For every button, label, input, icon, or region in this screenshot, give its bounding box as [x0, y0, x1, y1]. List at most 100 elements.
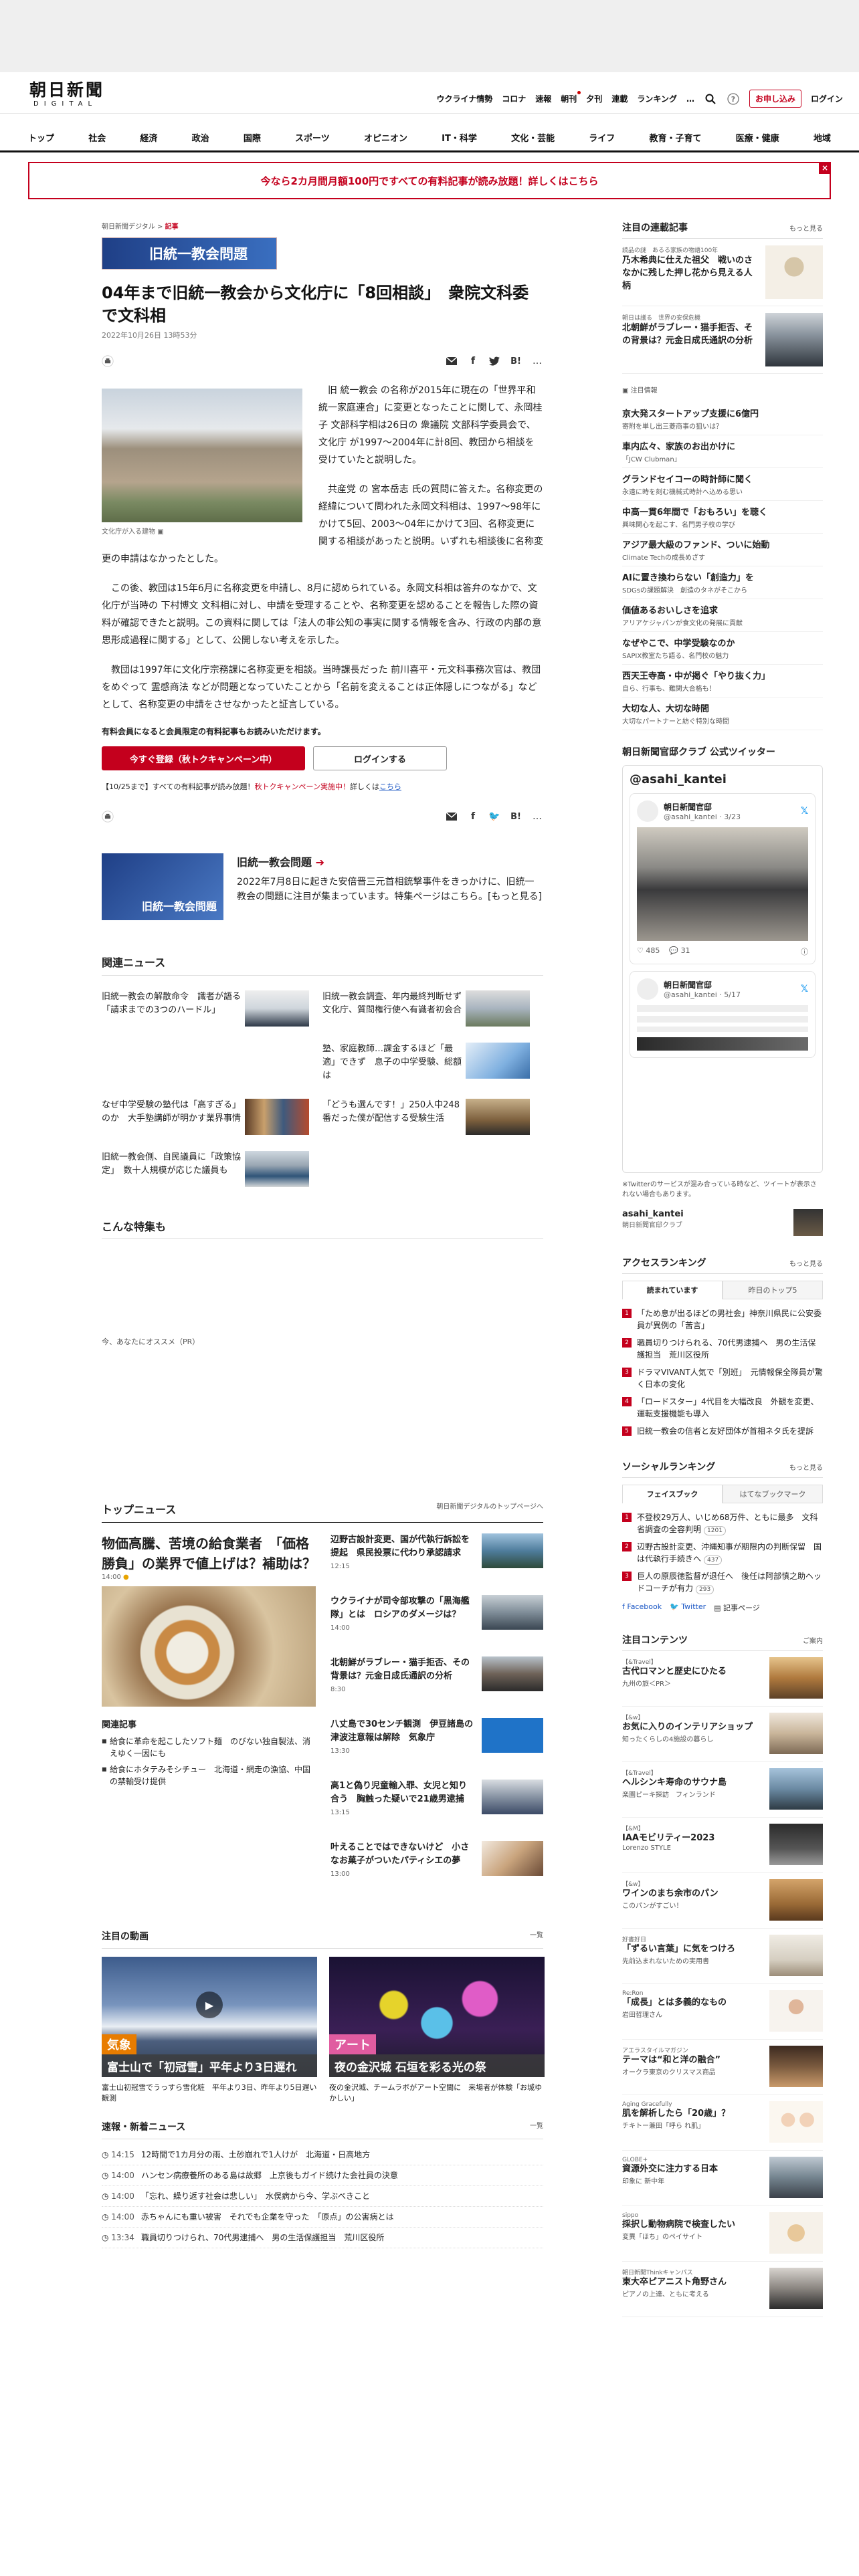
- serial-item[interactable]: 朝日は議る 世界の安保危機 北朝鮮がラブレー・猫手拒否、その背景は？元金日成氏通訳…: [622, 306, 823, 374]
- attention-item[interactable]: Aging Gracefully 肌を解析したら「20歳」？ チキトー兼田「呼ら れ…: [622, 2095, 823, 2151]
- related-news-item[interactable]: 旧統一教会側、自民議員に「政策協定」 数十人規模が応じた議員も: [102, 1146, 322, 1198]
- tweet[interactable]: 朝日新聞官邸 @asahi_kantei · 3/23 𝕏 ♡ 485 💬 31 ⓘ: [630, 793, 816, 964]
- mail-icon[interactable]: [446, 355, 458, 367]
- video-item[interactable]: ▶ 気象 富士山で「初冠雪」平年より3日遅れ 富士山初冠雪でうっすら雪化粧 平年…: [102, 1957, 317, 2104]
- twitter-icon[interactable]: [488, 355, 500, 367]
- util-link-evening[interactable]: 夕刊: [586, 93, 602, 104]
- campaign-banner[interactable]: 今なら2カ月間月額100円ですべての有料記事が読み放題！詳しくはこちら ×: [28, 162, 831, 199]
- related-item[interactable]: 給食に革命を起こしたソフト麺 のびない独自製法、消えゆく一因にも: [102, 1735, 316, 1759]
- top-news-item[interactable]: 辺野古設計変更、国が代執行訴訟を提起 県民投票に代わり承認請求 12:15: [330, 1533, 543, 1582]
- util-link-breaking[interactable]: 速報: [535, 93, 551, 104]
- ad-item[interactable]: 大切な人、大切な時間 大切なパートナーと紡ぐ特別な時間: [622, 697, 823, 730]
- ad-item[interactable]: なぜやこで、中学受験なのか SAPIX教室たち語る、名門校の魅力: [622, 632, 823, 665]
- ranking-item[interactable]: 4 「ロードスター」4代目を大幅改良 外観を変更、運転支援機能も導入: [622, 1393, 823, 1422]
- video-more-link[interactable]: 一覧: [530, 1929, 543, 1943]
- hatena-bookmark-icon[interactable]: B!: [510, 811, 522, 823]
- attention-item[interactable]: 【&w】 お気に入りのインテリアショップ 知ったくらしの4施設の暮らし: [622, 1707, 823, 1762]
- ad-item[interactable]: アジア最大級のファンド、ついに始動 Climate Techの成長めざす: [622, 534, 823, 566]
- topic-badge[interactable]: 旧統一教会問題: [102, 237, 277, 270]
- ad-item[interactable]: グランドセイコーの時計師に聞く 永遠に時を刻む機械式時計へ込める思い: [622, 468, 823, 501]
- nav-region[interactable]: 地域: [814, 127, 831, 148]
- top-news-item[interactable]: ウクライナが司令部攻撃の「黒海艦隊」とは ロシアのダメージは？ 14:00: [330, 1595, 543, 1643]
- tab-yesterday-top5[interactable]: 昨日のトップ5: [723, 1281, 823, 1299]
- video-item[interactable]: アート 夜の金沢城 石垣を彩る光の祭 夜の金沢城、チームラボがアート空間に 来場…: [329, 1957, 545, 2104]
- related-news-item[interactable]: 「どうも選んです！」250人中248番だった僕が配信する受験生活: [322, 1093, 543, 1146]
- util-link-ranking[interactable]: ランキング: [637, 93, 677, 104]
- search-icon[interactable]: [704, 92, 717, 106]
- nav-education[interactable]: 教育・子育て: [649, 127, 701, 148]
- more-button[interactable]: …: [686, 94, 694, 104]
- latest-more-link[interactable]: 一覧: [530, 2120, 543, 2133]
- ad-item[interactable]: 京大発スタートアップ支援に6億円 寄附を単し出三菱商事の狙いは？: [622, 403, 823, 435]
- print-icon[interactable]: [102, 811, 114, 823]
- attention-item[interactable]: Re:Ron 「成長」とは多義的なもの 岩田哲理さん: [622, 1984, 823, 2040]
- top-news-item[interactable]: 八丈島で30センチ観測 伊豆諸島の津波注意報は解除 気象庁 13:30: [330, 1718, 543, 1766]
- attention-item[interactable]: GLOBE+ 資源外交に注力する日本 印象に 新中年: [622, 2151, 823, 2206]
- ad-item[interactable]: 西天王寺高・中が掲ぐ「やり抜く力」 自ら、行事も、難関大合格も！: [622, 665, 823, 697]
- twitter-icon[interactable]: 🐦: [488, 811, 500, 823]
- ad-item[interactable]: 価値あるおいしさを追求 アリアケジャパンが食文化の発展に貢献: [622, 599, 823, 632]
- facebook-icon[interactable]: f: [467, 355, 479, 367]
- tab-facebook[interactable]: フェイスブック: [622, 1485, 723, 1503]
- nav-economy[interactable]: 経済: [140, 127, 157, 148]
- close-icon[interactable]: ×: [819, 162, 831, 174]
- nav-health[interactable]: 医療・健康: [736, 127, 779, 148]
- util-link-ukraine[interactable]: ウクライナ情勢: [436, 93, 492, 104]
- nav-international[interactable]: 国際: [244, 127, 261, 148]
- twitter-account[interactable]: asahi_kantei 朝日新聞官邸クラブ: [622, 1209, 823, 1236]
- ranking-item[interactable]: 5 旧統一教会の信者と友好団体が首相ネタ氏を提訴: [622, 1422, 823, 1440]
- article-photo[interactable]: 文化庁が入る建物 ▣: [102, 389, 302, 536]
- ad-item[interactable]: 車内広々、家族のお出かけに 「JCW Clubman」: [622, 435, 823, 468]
- lead-title[interactable]: 物価高騰、苦境の給食業者 「価格勝負」の業界で値上げは？補助は？: [102, 1533, 316, 1574]
- ad-item[interactable]: AIに置き換わらない「創造力」を SDGsの課題解決 創造のタネがそこから: [622, 566, 823, 599]
- social-more-link[interactable]: もっと見る: [789, 1462, 823, 1472]
- serial-more-link[interactable]: もっと見る: [789, 223, 823, 233]
- nav-top[interactable]: トップ: [28, 127, 54, 148]
- ad-item[interactable]: 中高一貫6年間で「おもろい」を聴く 興味関心を起こす、名門男子校の学び: [622, 501, 823, 534]
- print-icon[interactable]: [102, 355, 114, 367]
- hatena-bookmark-icon[interactable]: B!: [510, 355, 522, 367]
- login-button[interactable]: ログインする: [313, 746, 447, 770]
- info-icon[interactable]: ⓘ: [801, 946, 808, 957]
- top-news-item[interactable]: 叶えることではできないけど 小さなお菓子がついたパティシエの夢 13:00: [330, 1841, 543, 1889]
- more-icon[interactable]: …: [531, 355, 543, 367]
- article-page-link[interactable]: ▤ 記事ページ: [714, 1602, 760, 1613]
- tweet-photo[interactable]: [637, 827, 808, 941]
- related-item[interactable]: 給食にホタテみそシチュー 北海道・網走の漁協、中国の禁輸受け提供: [102, 1763, 316, 1788]
- ranking-item[interactable]: 3 ドラマVIVANT人気で「別班」 元情報保全隊員が驚く日本の変化: [622, 1364, 823, 1393]
- attention-item[interactable]: 朝日新聞Thinkキャンパス 東大卒ピアニスト角野さん ピアノの上達、ともに考える: [622, 2262, 823, 2317]
- latest-item[interactable]: ◷ 14:15 12時間で1カ月分の雨、土砂崩れで1人けが 北海道・日高地方: [102, 2145, 543, 2165]
- nav-life[interactable]: ライフ: [589, 127, 615, 148]
- twitter-follow-link[interactable]: 🐦 Twitter: [670, 1602, 706, 1613]
- related-news-item[interactable]: なぜ中学受験の塾代は「高すぎる」のか 大手塾講師が明かす業界事情: [102, 1093, 322, 1146]
- twitter-embed-title[interactable]: @asahi_kantei: [630, 772, 816, 786]
- attention-item[interactable]: 【&M】 IAAモビリティー2023 Lorenzo STYLE: [622, 1818, 823, 1873]
- ranking-item[interactable]: 3 巨人の原辰徳監督が退任へ 後任は阿部慎之助ヘッドコーチが有力 293: [622, 1568, 823, 1597]
- mail-icon[interactable]: [446, 811, 458, 823]
- serial-item[interactable]: 読品の謎 あるる家族の物語100年 乃木希典に仕えた祖父 戦いのさなかに残した押し…: [622, 239, 823, 306]
- tab-hatena[interactable]: はてなブックマーク: [723, 1485, 823, 1503]
- subscribe-button[interactable]: お申し込み: [749, 90, 801, 108]
- attention-item[interactable]: 【&Travel】 ヘルシンキ寿命のサウナ島 楽園ピーキ探訪 フィンランド: [622, 1762, 823, 1818]
- reply-icon[interactable]: 💬 31: [669, 946, 690, 957]
- ranking-item[interactable]: 1 「ため息が出るほどの男社会」神奈川県民に公安委員が異例の「苦言」: [622, 1305, 823, 1334]
- promo-link[interactable]: こちら: [379, 782, 401, 791]
- ranking-item[interactable]: 2 職員切りつけられる、70代男逮捕へ 男の生活保護担当 荒川区役所: [622, 1334, 823, 1364]
- nav-culture[interactable]: 文化・芸能: [511, 127, 555, 148]
- facebook-icon[interactable]: f: [467, 811, 479, 823]
- tweet[interactable]: 朝日新聞官邸 @asahi_kantei · 5/17 𝕏: [630, 971, 816, 1058]
- util-link-corona[interactable]: コロナ: [502, 93, 526, 104]
- top-news-item[interactable]: 高1と偽り児童輸入罪、女児と知り合う 胸触った疑いで21歳男逮捕 13:15: [330, 1780, 543, 1828]
- ranking-item[interactable]: 1 不登校29万人、いじめ68万件、ともに最多 文科省調査の全容判明 1201: [622, 1509, 823, 1538]
- site-logo[interactable]: 朝日新聞 DIGITAL: [29, 80, 115, 108]
- util-link-serial[interactable]: 連載: [611, 93, 628, 104]
- nav-it-science[interactable]: IT・科学: [442, 127, 477, 148]
- nav-politics[interactable]: 政治: [192, 127, 209, 148]
- register-button[interactable]: 今すぐ登録（秋トクキャンペーン中）: [102, 746, 305, 770]
- latest-item[interactable]: ◷ 13:34 職員切りつけられ、70代男逮捕へ 男の生活保護担当 荒川区役所: [102, 2228, 543, 2248]
- attention-item[interactable]: sippo 採択し動物病院で検査したい 変異「ほち」のペイサイト: [622, 2206, 823, 2262]
- util-link-morning[interactable]: 朝刊: [561, 91, 581, 104]
- nav-society[interactable]: 社会: [88, 127, 106, 148]
- play-icon[interactable]: ▶: [196, 1992, 223, 2018]
- breadcrumb-site[interactable]: 朝日新聞デジタル: [102, 223, 155, 231]
